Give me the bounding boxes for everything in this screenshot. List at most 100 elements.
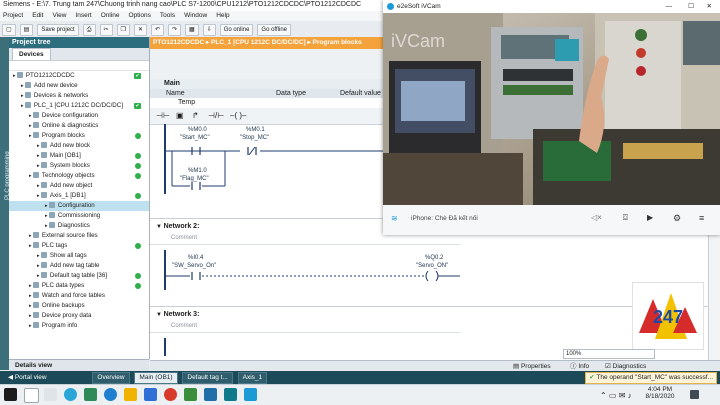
tree-item[interactable]: ▸ External source files xyxy=(9,231,149,241)
box-icon[interactable]: ▣ xyxy=(176,111,184,120)
portal-arrow-icon: ◀ xyxy=(8,374,15,381)
go-online-button[interactable]: Go online xyxy=(219,24,254,36)
branch-open-icon[interactable]: ↱ xyxy=(192,111,199,120)
menu-window[interactable]: Window xyxy=(184,12,207,19)
camera-snapshot-icon[interactable]: ⌼ xyxy=(623,213,628,223)
maximize-button[interactable]: ☐ xyxy=(688,0,694,13)
tree-item[interactable]: ▸ Axis_1 [DB1] xyxy=(9,191,149,201)
contact-nc-icon[interactable]: ⊣/⊢ xyxy=(208,111,224,120)
video-record-icon[interactable]: ▶ xyxy=(647,213,653,222)
coil-servo-tag[interactable]: "Servo_ON" xyxy=(416,263,448,270)
tree-item[interactable]: ▸ Watch and force tables xyxy=(9,291,149,301)
word-icon[interactable] xyxy=(204,388,217,401)
menu-help[interactable]: Help xyxy=(216,12,229,19)
clock[interactable]: 4:04 PM 8/18/2020 xyxy=(638,386,682,400)
contact-sw-servo-tag[interactable]: "SW_Servo_On" xyxy=(172,263,216,270)
tree-item[interactable]: ▸ Add new tag table xyxy=(9,261,149,271)
close-button[interactable]: ✕ xyxy=(707,0,712,13)
start-icon[interactable] xyxy=(4,388,17,401)
tree-item[interactable]: ▸ PLC data types xyxy=(9,281,149,291)
tia-portal-icon[interactable] xyxy=(224,388,237,401)
print-button[interactable]: ⎙ xyxy=(82,24,96,36)
tree-item[interactable]: ▸ Program info xyxy=(9,321,149,331)
tree-item[interactable]: ▸ Add new object xyxy=(9,181,149,191)
tree-item[interactable]: ▸ Online & diagnostics xyxy=(9,121,149,131)
status-message[interactable]: ✔ The operand "Start_MC" was successf... xyxy=(585,372,717,384)
menu-online[interactable]: Online xyxy=(101,12,120,19)
contact-no-icon[interactable]: ⊣⊢ xyxy=(156,111,170,120)
excel-icon[interactable] xyxy=(84,388,97,401)
menu-view[interactable]: View xyxy=(52,12,66,19)
download-icon[interactable]: ⇩ xyxy=(202,24,216,36)
compile-icon[interactable]: ▦ xyxy=(185,24,199,36)
zoom-select[interactable]: 100% xyxy=(563,349,655,359)
details-view-bar[interactable]: Details view xyxy=(9,359,149,371)
menu-project[interactable]: Project xyxy=(3,12,23,19)
tab-default-tag-table[interactable]: Default tag t... xyxy=(182,372,233,384)
mute-icon[interactable]: ◁× xyxy=(591,213,602,222)
copy-icon[interactable]: ❐ xyxy=(116,24,130,36)
menu-options[interactable]: Options xyxy=(128,12,150,19)
network-3-title[interactable]: ▼ Network 3: xyxy=(156,310,199,320)
save-project-button[interactable]: Save project xyxy=(37,24,79,36)
camera-video-feed[interactable]: iVCam xyxy=(383,13,720,205)
tree-item[interactable]: ▸ Online backups xyxy=(9,301,149,311)
contact-flag-tag[interactable]: "Flag_MC" xyxy=(180,176,209,183)
tree-item[interactable]: ▸ Configuration xyxy=(9,201,149,211)
network-2-comment[interactable]: Comment xyxy=(171,235,197,241)
cut-icon[interactable]: ✂ xyxy=(99,24,113,36)
tree-item[interactable]: ▸ Device proxy data xyxy=(9,311,149,321)
minimize-button[interactable]: — xyxy=(666,0,673,13)
ivcam-icon[interactable] xyxy=(244,388,257,401)
contact-stop-tag[interactable]: "Stop_MC" xyxy=(240,135,269,142)
chrome-icon[interactable] xyxy=(164,388,177,401)
tree-item[interactable]: ▸ Add new device xyxy=(9,81,149,91)
task-view-icon[interactable] xyxy=(44,388,57,401)
tab-overview[interactable]: Overview xyxy=(92,372,130,384)
tree-item[interactable]: ▸ Devices & networks xyxy=(9,91,149,101)
tree-item[interactable]: ▸ Device configuration xyxy=(9,111,149,121)
tree-item[interactable]: ▸ Show all tags xyxy=(9,251,149,261)
tree-item[interactable]: ▸ PLC_1 [CPU 1212C DC/DC/DC] ✔ xyxy=(9,101,149,111)
menu-tools[interactable]: Tools xyxy=(160,12,175,19)
undo-icon[interactable]: ↶ xyxy=(150,24,164,36)
menu-edit[interactable]: Edit xyxy=(32,12,43,19)
tree-item[interactable]: ▸ Add new block xyxy=(9,141,149,151)
network-3-comment[interactable]: Comment xyxy=(171,323,197,329)
network-2-title[interactable]: ▼ Network 2: xyxy=(156,222,199,232)
tab-devices[interactable]: Devices xyxy=(12,48,51,60)
tree-item[interactable]: ▸ Technology objects xyxy=(9,171,149,181)
device-status: iPhone: Chè Đã kết nối xyxy=(411,215,478,222)
app-icon[interactable] xyxy=(184,388,197,401)
tree-item[interactable]: ▸ PLC tags xyxy=(9,241,149,251)
tree-item[interactable]: ▸ Commissioning xyxy=(9,211,149,221)
edge-icon[interactable] xyxy=(104,388,117,401)
menu-icon[interactable]: ≡ xyxy=(699,213,704,223)
search-icon[interactable] xyxy=(24,388,39,403)
coil-icon[interactable]: –( )– xyxy=(230,111,246,120)
tab-axis-1[interactable]: Axis_1 xyxy=(237,372,268,384)
delete-icon[interactable]: ✕ xyxy=(133,24,147,36)
redo-icon[interactable]: ↷ xyxy=(168,24,182,36)
new-project-button[interactable]: ▢ xyxy=(2,24,16,36)
tab-main-ob1[interactable]: Main (OB1) xyxy=(134,372,178,384)
tree-item[interactable]: ▸ System blocks xyxy=(9,161,149,171)
tree-item[interactable]: ▸ Main [OB1] xyxy=(9,151,149,161)
menu-insert[interactable]: Insert xyxy=(75,12,91,19)
tree-item[interactable]: ▸ Program blocks xyxy=(9,131,149,141)
tree-item[interactable]: ▸ Default tag table [36] xyxy=(9,271,149,281)
go-offline-button[interactable]: Go offline xyxy=(257,24,291,36)
open-project-button[interactable]: ▤ xyxy=(19,24,34,36)
tray-icons[interactable]: ⌃ ▭ ✉ ♪ xyxy=(600,391,632,400)
contact-start-tag[interactable]: "Start_MC" xyxy=(180,135,210,142)
tree-item[interactable]: ▸ PTO1212CDCDC ✔ xyxy=(9,71,149,81)
file-explorer-icon[interactable] xyxy=(124,388,137,401)
notification-icon[interactable] xyxy=(690,390,699,399)
tree-item[interactable]: ▸ Diagnostics xyxy=(9,221,149,231)
skype-icon[interactable] xyxy=(64,388,77,401)
zalo-icon[interactable] xyxy=(144,388,157,401)
portal-view-button[interactable]: ◀ Portal view xyxy=(0,374,47,381)
interface-row[interactable]: Temp xyxy=(150,98,383,107)
plc-programming-strip[interactable]: PLC programming xyxy=(0,37,11,370)
settings-gear-icon[interactable]: ⚙ xyxy=(673,213,681,224)
